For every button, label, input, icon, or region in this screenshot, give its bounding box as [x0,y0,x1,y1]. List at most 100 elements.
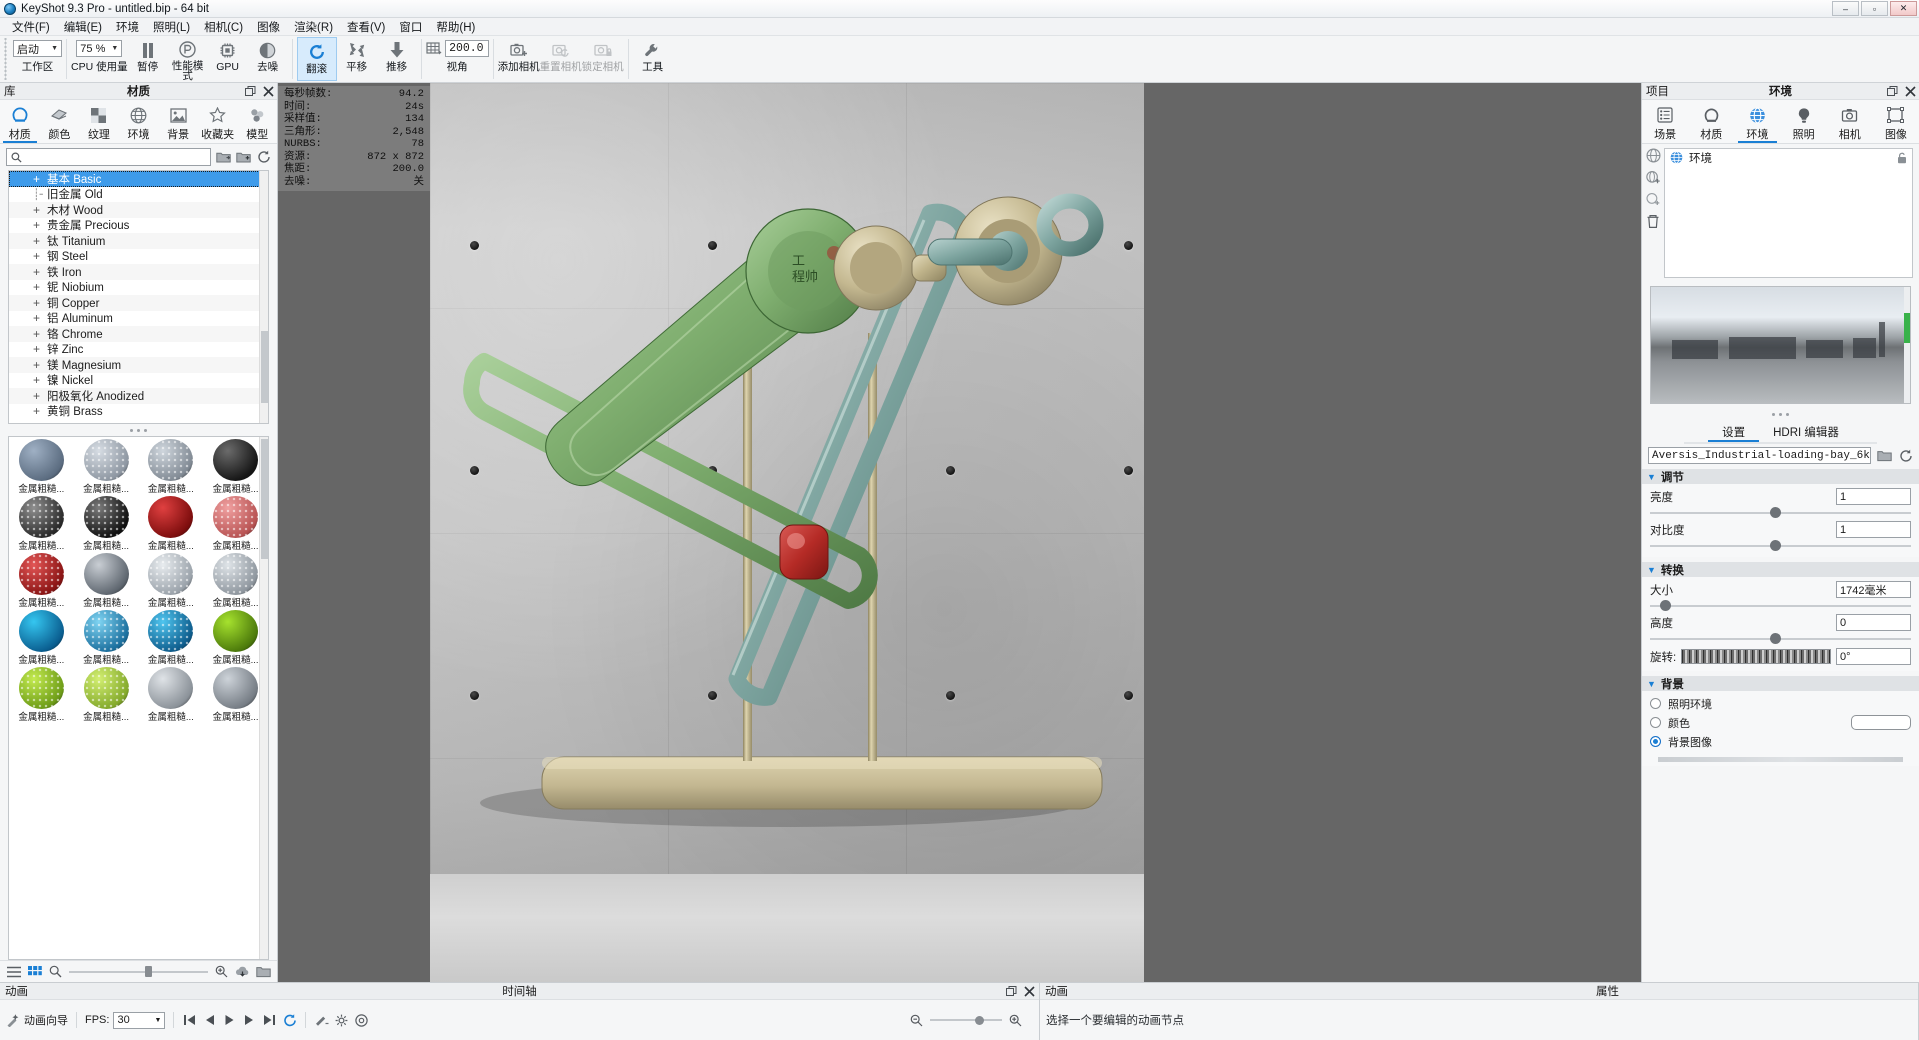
expand-icon[interactable]: + [33,312,40,324]
timeline-track-area[interactable] [374,1013,1033,1028]
expand-icon[interactable]: + [33,405,40,417]
menu-render[interactable]: 渲染(R) [287,18,340,36]
render-viewport[interactable]: 工 程帅 每秒帧数: 94.2 时间: 24s 采样值: 134 三角形: 2,… [278,83,1641,982]
material-swatch[interactable]: 金属粗糙... [139,665,204,722]
material-swatch-grid[interactable]: 金属粗糙... 金属粗糙... 金属粗糙... 金属粗糙... 金属粗糙... 金属粗糙.… [8,436,269,960]
material-tree-node[interactable]: + 钛 Titanium [9,233,268,249]
fps-dropdown[interactable]: 30 ▼ [113,1011,166,1029]
project-undock-icon[interactable] [1887,85,1898,97]
material-tree-node[interactable]: + 镁 Magnesium [9,357,268,373]
size-input[interactable]: 1742毫米 [1836,581,1911,598]
material-swatch[interactable]: 金属粗糙... [9,665,74,722]
background-color-swatch[interactable] [1851,715,1911,730]
refresh-icon[interactable] [256,150,271,165]
thumbnail-size-slider[interactable] [69,966,208,978]
project-tab-environment[interactable]: 环境 [1734,99,1780,143]
contrast-slider[interactable] [1650,539,1911,552]
3d-scene[interactable]: 工 程帅 [430,83,1144,982]
expand-icon[interactable]: + [33,219,40,231]
timeline-close-icon[interactable] [1024,985,1035,997]
next-frame-button[interactable] [242,1013,257,1028]
menu-lighting[interactable]: 照明(L) [146,18,197,36]
hdri-preview[interactable] [1650,286,1911,404]
env-delete-icon[interactable] [1646,214,1661,229]
timeline-zoom-slider[interactable] [930,1014,1002,1026]
expand-icon[interactable]: + [33,328,40,340]
menu-edit[interactable]: 编辑(E) [57,18,109,36]
brightness-input[interactable]: 1 [1836,488,1911,505]
project-close-icon[interactable] [1905,85,1916,97]
library-tab-textures[interactable]: 纹理 [79,99,119,143]
section-adjust-header[interactable]: ▼ 调节 [1642,469,1919,484]
material-tree-node[interactable]: + 铝 Aluminum [9,311,268,327]
play-button[interactable] [222,1013,237,1028]
menu-window[interactable]: 窗口 [392,18,429,36]
material-swatch[interactable]: 金属粗糙... [74,551,139,608]
timeline-options-button[interactable] [354,1013,369,1028]
menu-file[interactable]: 文件(F) [5,18,57,36]
material-tree-scrollbar[interactable] [259,171,268,423]
cpu-usage-dropdown[interactable]: 75 % ▼ [76,40,123,57]
timeline-zoom-out-icon[interactable] [909,1013,924,1028]
grid-view-icon[interactable] [27,964,42,979]
library-close-icon[interactable] [263,85,274,97]
material-swatch[interactable]: 金属粗糙... [9,551,74,608]
list-view-icon[interactable] [6,964,21,979]
project-tab-material[interactable]: 材质 [1688,99,1734,143]
material-tree-node[interactable]: + 锌 Zinc [9,342,268,358]
material-swatch[interactable]: 金属粗糙... [9,437,74,494]
material-tree-node[interactable]: + 镍 Nickel [9,373,268,389]
swatch-grid-scrollbar[interactable] [259,437,268,959]
background-option-lighting-env[interactable]: 照明环境 [1650,694,1911,713]
expand-icon[interactable]: + [33,390,40,402]
menu-image[interactable]: 图像 [250,18,287,36]
product-model[interactable]: 工 程帅 [430,83,1144,883]
material-tree-node[interactable]: + 铌 Niobium [9,280,268,296]
library-tab-backplates[interactable]: 背景 [158,99,198,143]
project-tab-camera[interactable]: 相机 [1827,99,1873,143]
expand-icon[interactable]: + [33,204,40,216]
minimize-button[interactable]: – [1832,1,1859,16]
material-swatch[interactable]: 金属粗糙... [9,494,74,551]
env-duplicate-icon[interactable] [1645,192,1661,207]
material-swatch[interactable]: 金属粗糙... [139,494,204,551]
library-tab-materials[interactable]: 材质 [0,99,40,143]
environment-list[interactable]: 环境 [1664,148,1913,278]
menu-camera[interactable]: 相机(C) [197,18,250,36]
go-to-end-button[interactable] [262,1013,277,1028]
zoom-out-icon[interactable] [48,964,63,979]
edit-keyframe-button[interactable] [314,1013,329,1028]
expand-icon[interactable]: + [33,359,40,371]
background-option-color[interactable]: 颜色 [1650,713,1911,732]
reset-camera-button[interactable]: 重置相机 [540,36,582,81]
expand-icon[interactable]: + [33,374,40,386]
close-button[interactable]: ✕ [1890,1,1917,16]
env-add-icon[interactable] [1645,170,1661,185]
hdri-preview-scrollbar[interactable] [1904,287,1910,403]
zoom-in-icon[interactable] [214,964,229,979]
performance-mode-button[interactable]: 性能模式 [168,36,208,81]
env-sphere-icon[interactable] [1645,148,1661,163]
lock-icon[interactable] [1897,152,1907,164]
animation-wizard-button[interactable]: 动画向导 [6,1012,68,1028]
workspace-dropdown[interactable]: 启动 ▼ [13,40,62,57]
material-swatch[interactable]: 金属粗糙... [9,608,74,665]
contrast-input[interactable]: 1 [1836,521,1911,538]
expand-icon[interactable]: + [33,173,40,185]
material-swatch[interactable]: 金属粗糙... [74,608,139,665]
go-to-start-button[interactable] [182,1013,197,1028]
timeline-settings-button[interactable] [334,1013,349,1028]
tab-settings[interactable]: 设置 [1708,424,1760,442]
expand-icon[interactable]: + [33,266,40,278]
height-input[interactable]: 0 [1836,614,1911,631]
material-swatch[interactable]: 金属粗糙... [139,551,204,608]
material-tree-node[interactable]: + 木材 Wood [9,202,268,218]
project-tab-image[interactable]: 图像 [1873,99,1919,143]
rotation-strip[interactable] [1681,649,1832,664]
import-folder-icon[interactable] [216,150,231,165]
project-splitter[interactable] [1642,408,1919,420]
height-slider[interactable] [1650,632,1911,645]
timeline-zoom-in-icon[interactable] [1008,1013,1023,1028]
timeline-undock-icon[interactable] [1006,985,1017,997]
project-tab-lighting[interactable]: 照明 [1781,99,1827,143]
